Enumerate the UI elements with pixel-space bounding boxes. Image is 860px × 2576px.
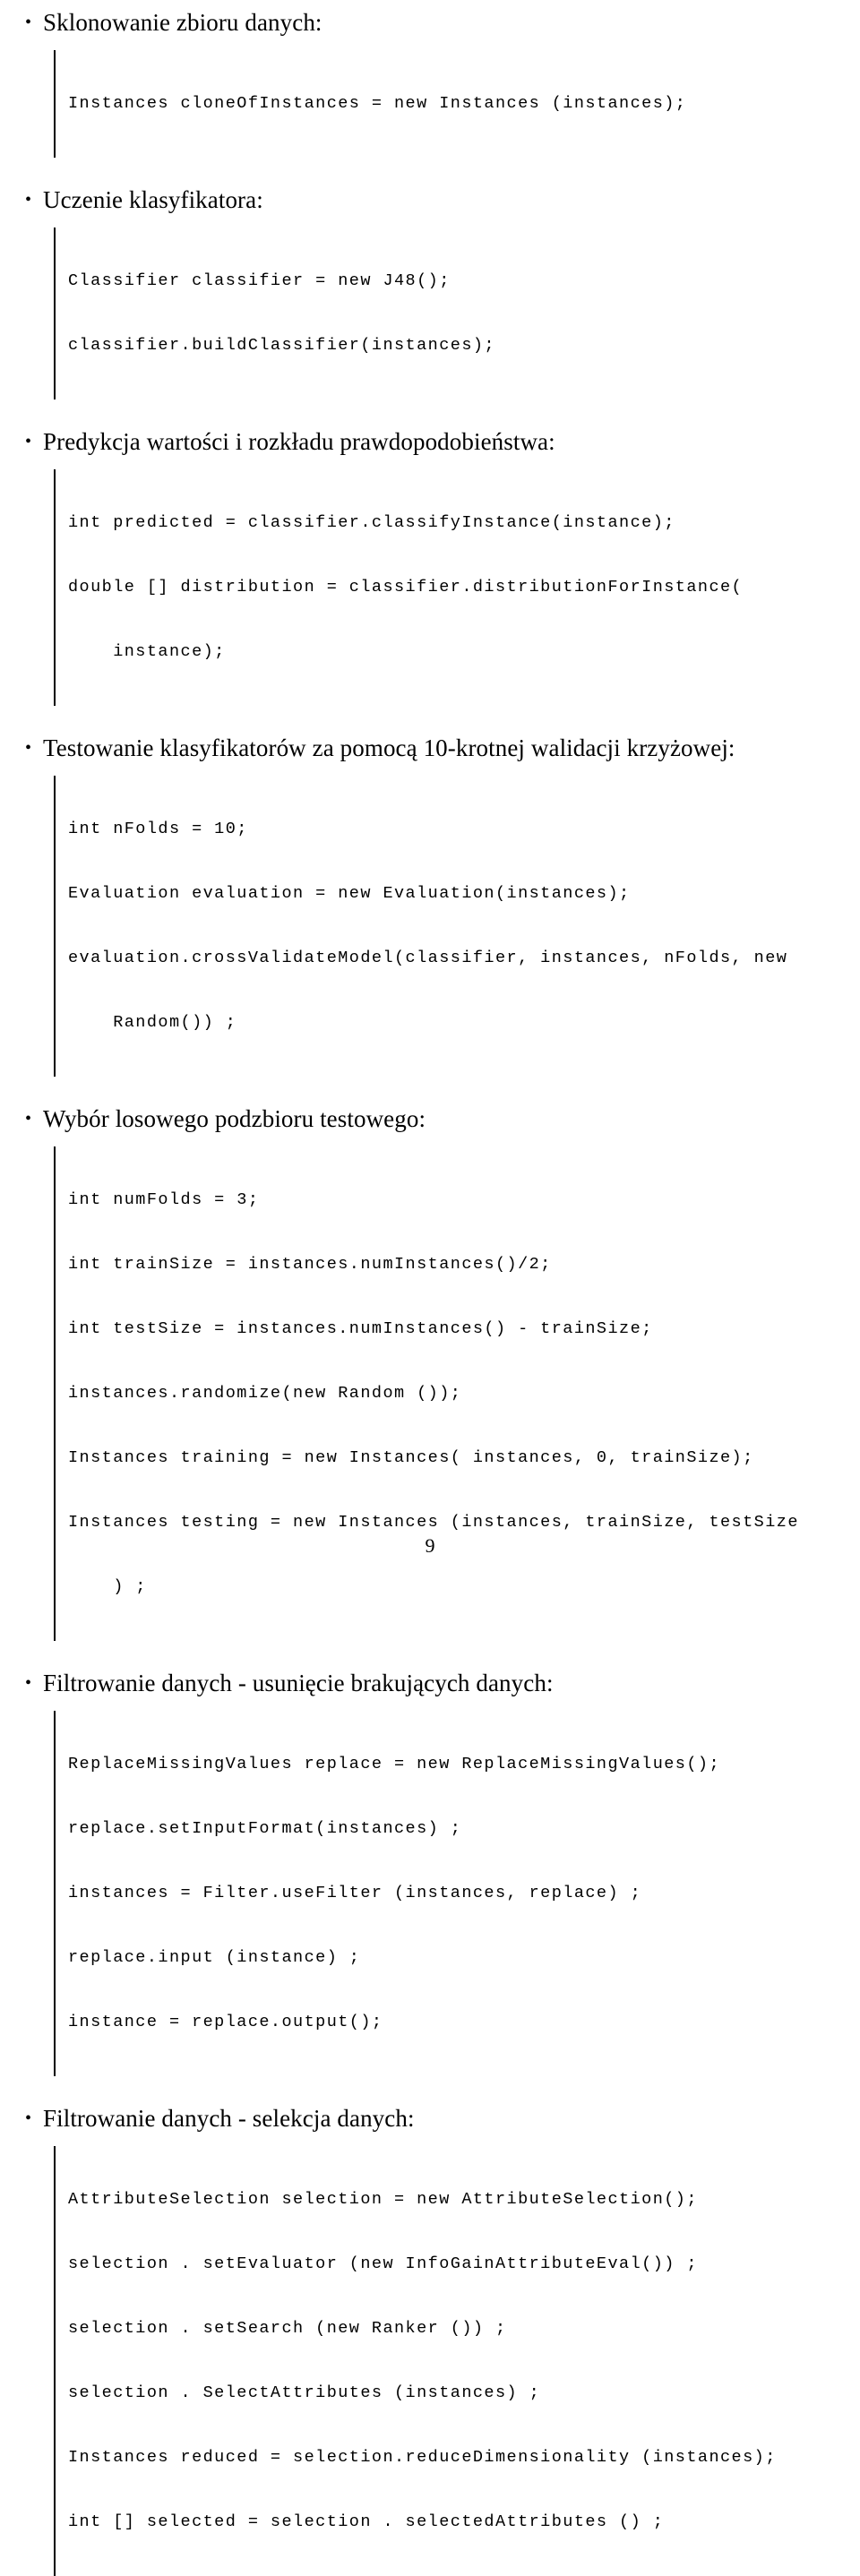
- section-heading-text: Predykcja wartości i rozkładu prawdopodo…: [43, 428, 555, 455]
- code-line: selection . SelectAttributes (instances)…: [68, 2383, 541, 2402]
- code-block: int predicted = classifier.classifyInsta…: [54, 469, 833, 706]
- section-heading-text: Sklonowanie zbioru danych:: [43, 9, 322, 36]
- section-heading-text: Filtrowanie danych - usunięcie brakujący…: [43, 1670, 554, 1696]
- code-line: evaluation.crossValidateModel(classifier…: [68, 949, 788, 967]
- bullet-dot-icon: •: [25, 1673, 32, 1693]
- bullet-heading: • Wybór losowego podzbioru testowego:: [22, 1102, 833, 1136]
- bullet-dot-icon: •: [25, 738, 32, 758]
- section-heading-text: Uczenie klasyfikatora:: [43, 186, 263, 213]
- code-line: selection . setEvaluator (new InfoGainAt…: [68, 2254, 698, 2273]
- code-line: instance = replace.output();: [68, 2013, 383, 2031]
- bullet-dot-icon: •: [25, 2108, 32, 2128]
- code-line: ReplaceMissingValues replace = new Repla…: [68, 1755, 721, 1773]
- bullet-dot-icon: •: [25, 190, 32, 210]
- code-line: Classifier classifier = new J48();: [68, 271, 451, 290]
- code-block: AttributeSelection selection = new Attri…: [54, 2146, 833, 2576]
- code-line: double [] distribution = classifier.dist…: [68, 578, 744, 597]
- bullet-heading: • Filtrowanie danych - usunięcie brakują…: [22, 1666, 833, 1700]
- section-heading-text: Testowanie klasyfikatorów za pomocą 10-k…: [43, 734, 735, 761]
- code-line: instances = Filter.useFilter (instances,…: [68, 1884, 642, 1902]
- bullet-heading: • Predykcja wartości i rozkładu prawdopo…: [22, 425, 833, 459]
- code-line: int numFolds = 3;: [68, 1190, 260, 1209]
- code-line: replace.input (instance) ;: [68, 1948, 361, 1967]
- code-line: int [] selected = selection . selectedAt…: [68, 2512, 665, 2531]
- section-block: • Uczenie klasyfikatora: Classifier clas…: [22, 183, 833, 399]
- code-block: ReplaceMissingValues replace = new Repla…: [54, 1711, 833, 2076]
- code-block: int nFolds = 10; Evaluation evaluation =…: [54, 776, 833, 1077]
- code-line: classifier.buildClassifier(instances);: [68, 336, 495, 355]
- bullet-heading: • Testowanie klasyfikatorów za pomocą 10…: [22, 731, 833, 765]
- bullet-dot-icon: •: [25, 1109, 32, 1129]
- code-line: selection . setSearch (new Ranker ()) ;: [68, 2319, 507, 2338]
- bullet-heading: • Sklonowanie zbioru danych:: [22, 5, 833, 39]
- code-block: int numFolds = 3; int trainSize = instan…: [54, 1146, 833, 1641]
- code-line: int predicted = classifier.classifyInsta…: [68, 513, 675, 532]
- code-line: Instances cloneOfInstances = new Instanc…: [68, 94, 687, 113]
- code-line: Instances training = new Instances( inst…: [68, 1448, 754, 1467]
- bullet-dot-icon: •: [25, 432, 32, 451]
- document-page: • Sklonowanie zbioru danych: Instances c…: [0, 0, 860, 2576]
- bullet-heading: • Filtrowanie danych - selekcja danych:: [22, 2101, 833, 2135]
- section-block: • Filtrowanie danych - selekcja danych: …: [22, 2101, 833, 2576]
- code-line: Instances reduced = selection.reduceDime…: [68, 2448, 777, 2467]
- section-block: • Testowanie klasyfikatorów za pomocą 10…: [22, 731, 833, 1077]
- bullet-dot-icon: •: [25, 13, 32, 32]
- code-line: int testSize = instances.numInstances() …: [68, 1319, 653, 1338]
- code-line: int nFolds = 10;: [68, 820, 248, 838]
- code-line: int trainSize = instances.numInstances()…: [68, 1255, 552, 1274]
- section-block: • Sklonowanie zbioru danych: Instances c…: [22, 5, 833, 158]
- bullet-heading: • Uczenie klasyfikatora:: [22, 183, 833, 217]
- code-line: Random()) ;: [68, 1013, 237, 1032]
- code-block: Instances cloneOfInstances = new Instanc…: [54, 50, 833, 158]
- code-line: AttributeSelection selection = new Attri…: [68, 2190, 698, 2209]
- page-number: 9: [425, 1534, 435, 1557]
- code-line: Instances testing = new Instances (insta…: [68, 1513, 799, 1532]
- code-line: instance);: [68, 642, 226, 661]
- code-line: replace.setInputFormat(instances) ;: [68, 1819, 462, 1838]
- section-block: • Wybór losowego podzbioru testowego: in…: [22, 1102, 833, 1641]
- section-block: • Filtrowanie danych - usunięcie brakują…: [22, 1666, 833, 2076]
- section-block: • Predykcja wartości i rozkładu prawdopo…: [22, 425, 833, 706]
- code-block: Classifier classifier = new J48(); class…: [54, 228, 833, 399]
- code-line: Evaluation evaluation = new Evaluation(i…: [68, 884, 631, 903]
- section-heading-text: Filtrowanie danych - selekcja danych:: [43, 2105, 415, 2132]
- code-line: instances.randomize(new Random ());: [68, 1384, 462, 1403]
- code-line: ) ;: [68, 1577, 147, 1596]
- section-heading-text: Wybór losowego podzbioru testowego:: [43, 1105, 426, 1132]
